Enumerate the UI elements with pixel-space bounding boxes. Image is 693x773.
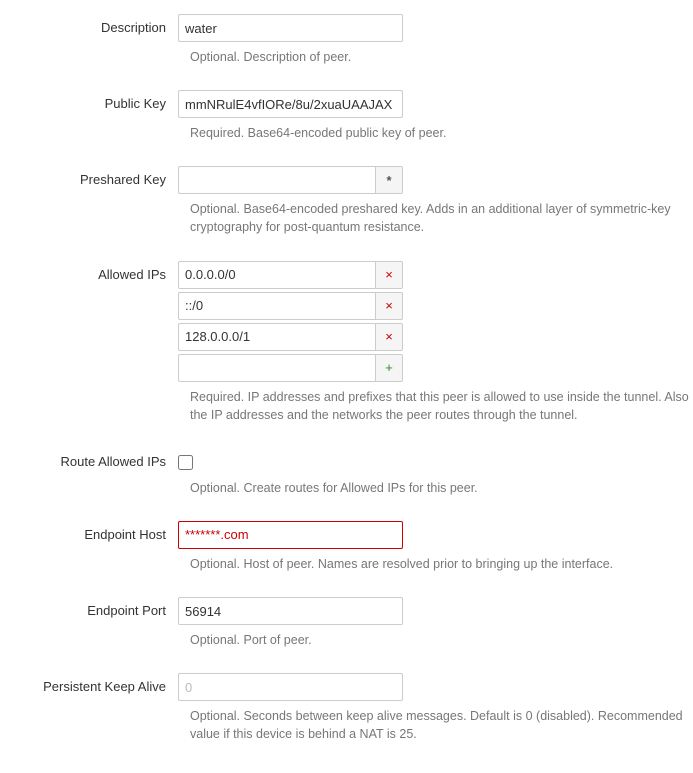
allowed-ip-row: × [178, 292, 403, 320]
route-allowed-ips-checkbox[interactable] [178, 455, 193, 470]
allowed-ip-input[interactable] [178, 292, 375, 320]
label-endpoint-port: Endpoint Port [0, 597, 178, 618]
public-key-input[interactable] [178, 90, 403, 118]
help-public-key: Required. Base64-encoded public key of p… [178, 124, 693, 142]
help-persistent-keep-alive: Optional. Seconds between keep alive mes… [178, 707, 693, 743]
preshared-key-group: * [178, 166, 403, 194]
field-route-allowed-ips: Optional. Create routes for Allowed IPs … [178, 448, 693, 511]
allowed-ip-input-new[interactable] [178, 354, 375, 382]
label-endpoint-host: Endpoint Host [0, 521, 178, 542]
help-endpoint-host: Optional. Host of peer. Names are resolv… [178, 555, 693, 573]
field-persistent-keep-alive: Optional. Seconds between keep alive mes… [178, 673, 693, 757]
help-allowed-ips: Required. IP addresses and prefixes that… [178, 388, 693, 424]
add-ip-button[interactable]: + [375, 354, 403, 382]
help-endpoint-port: Optional. Port of peer. [178, 631, 693, 649]
remove-ip-button[interactable]: × [375, 323, 403, 351]
remove-ip-button[interactable]: × [375, 292, 403, 320]
preshared-key-input[interactable] [178, 166, 375, 194]
label-public-key: Public Key [0, 90, 178, 111]
row-endpoint-host: Endpoint Host Optional. Host of peer. Na… [0, 517, 693, 587]
label-preshared-key: Preshared Key [0, 166, 178, 187]
description-input[interactable] [178, 14, 403, 42]
help-preshared-key: Optional. Base64-encoded preshared key. … [178, 200, 693, 236]
persistent-keep-alive-input[interactable] [178, 673, 403, 701]
label-route-allowed-ips: Route Allowed IPs [0, 448, 178, 469]
row-endpoint-port: Endpoint Port Optional. Port of peer. [0, 593, 693, 663]
endpoint-port-input[interactable] [178, 597, 403, 625]
reveal-preshared-key-button[interactable]: * [375, 166, 403, 194]
allowed-ip-row-new: + [178, 354, 403, 382]
label-persistent-keep-alive: Persistent Keep Alive [0, 673, 178, 694]
row-route-allowed-ips: Route Allowed IPs Optional. Create route… [0, 444, 693, 511]
field-preshared-key: * Optional. Base64-encoded preshared key… [178, 166, 693, 250]
row-persistent-keep-alive: Persistent Keep Alive Optional. Seconds … [0, 669, 693, 757]
row-public-key: Public Key Required. Base64-encoded publ… [0, 86, 693, 156]
row-preshared-key: Preshared Key * Optional. Base64-encoded… [0, 162, 693, 250]
field-allowed-ips: × × × + Required. IP addresses and prefi… [178, 261, 693, 438]
row-allowed-ips: Allowed IPs × × × + Required. IP address… [0, 257, 693, 438]
field-endpoint-port: Optional. Port of peer. [178, 597, 693, 663]
help-description: Optional. Description of peer. [178, 48, 693, 66]
allowed-ip-input[interactable] [178, 261, 375, 289]
allowed-ip-input[interactable] [178, 323, 375, 351]
label-description: Description [0, 14, 178, 35]
row-description: Description Optional. Description of pee… [0, 10, 693, 80]
help-route-allowed-ips: Optional. Create routes for Allowed IPs … [178, 479, 693, 497]
remove-ip-button[interactable]: × [375, 261, 403, 289]
allowed-ip-row: × [178, 323, 403, 351]
field-public-key: Required. Base64-encoded public key of p… [178, 90, 693, 156]
allowed-ip-row: × [178, 261, 403, 289]
label-allowed-ips: Allowed IPs [0, 261, 178, 282]
field-description: Optional. Description of peer. [178, 14, 693, 80]
endpoint-host-input[interactable] [178, 521, 403, 549]
field-endpoint-host: Optional. Host of peer. Names are resolv… [178, 521, 693, 587]
